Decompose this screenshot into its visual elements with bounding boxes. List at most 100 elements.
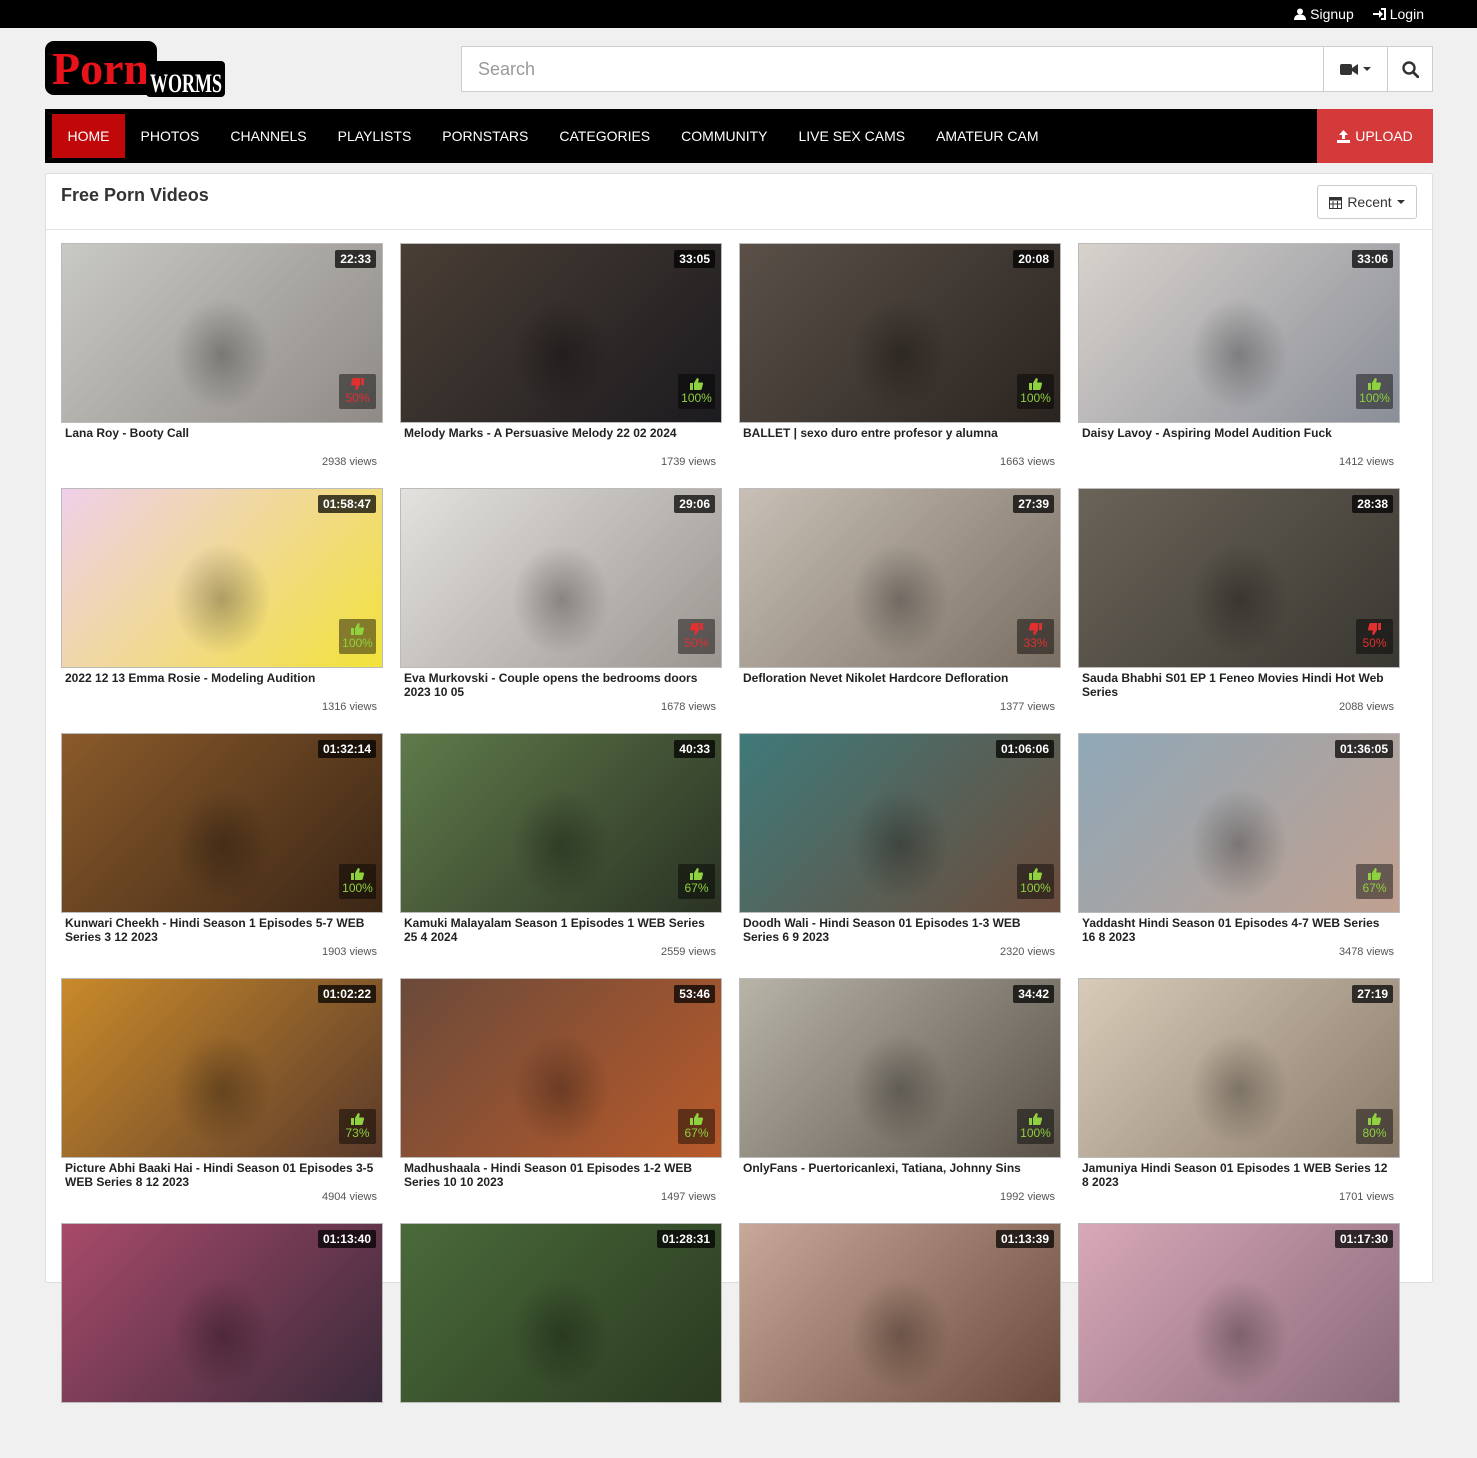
search-input[interactable] [462,47,1323,91]
nav-playlists[interactable]: PLAYLISTS [322,114,427,158]
video-thumbnail[interactable]: 01:36:05 67% [1078,733,1400,913]
duration-badge: 01:28:31 [656,1230,715,1248]
video-card[interactable]: 01:58:47 100% 2022 12 13 Emma Rosie - Mode… [61,488,383,723]
video-card[interactable]: 20:08 100% BALLET | sexo duro entre profes… [739,243,1061,478]
upload-button[interactable]: UPLOAD [1317,109,1433,163]
video-card[interactable]: 01:17:30 [1078,1223,1400,1458]
video-card[interactable]: 01:06:06 100% Doodh Wali - Hindi Season 01… [739,733,1061,968]
video-title[interactable]: 2022 12 13 Emma Rosie - Modeling Auditio… [65,671,375,685]
video-thumbnail[interactable]: 01:58:47 100% [61,488,383,668]
video-title[interactable]: Daisy Lavoy - Aspiring Model Audition Fu… [1082,426,1392,440]
view-count: 1701 views [1338,1191,1394,1203]
video-title[interactable]: OnlyFans - Puertoricanlexi, Tatiana, Joh… [743,1161,1053,1175]
login-link[interactable]: Login [1372,6,1424,22]
sort-dropdown[interactable]: Recent [1317,185,1417,219]
video-panel: Free Porn Videos Recent 22:33 50% Lana Roy… [45,173,1433,1403]
video-title[interactable]: Jamuniya Hindi Season 01 Episodes 1 WEB … [1082,1161,1392,1189]
video-thumbnail[interactable]: 01:13:40 [61,1223,383,1403]
video-thumbnail[interactable]: 20:08 100% [739,243,1061,423]
thumbs-up-icon [1029,868,1042,880]
nav-pornstars[interactable]: PORNSTARS [427,114,544,158]
video-title[interactable]: Sauda Bhabhi S01 EP 1 Feneo Movies Hindi… [1082,671,1392,699]
video-title[interactable]: Doodh Wali - Hindi Season 01 Episodes 1-… [743,916,1053,944]
video-thumbnail[interactable]: 34:42 100% [739,978,1061,1158]
nav-channels[interactable]: CHANNELS [215,114,322,158]
nav-photos[interactable]: PHOTOS [125,114,215,158]
view-count: 1663 views [999,456,1055,468]
video-title[interactable]: Eva Murkovski - Couple opens the bedroom… [404,671,714,699]
thumbnail-figure [1079,489,1399,667]
video-thumbnail[interactable]: 33:05 100% [400,243,722,423]
video-title[interactable]: Madhushaala - Hindi Season 01 Episodes 1… [404,1161,714,1189]
video-thumbnail[interactable]: 01:28:31 [400,1223,722,1403]
thumbs-up-icon [351,1113,364,1125]
video-thumbnail[interactable]: 01:02:22 73% [61,978,383,1158]
duration-badge: 28:38 [1352,495,1393,513]
site-logo[interactable]: Porn WORMS [45,39,225,99]
signup-label: Signup [1310,6,1354,22]
video-thumbnail[interactable]: 01:06:06 100% [739,733,1061,913]
search-type-dropdown[interactable] [1323,47,1387,91]
thumbnail-figure [401,734,721,912]
video-title[interactable]: Defloration Nevet Nikolet Hardcore Deflo… [743,671,1053,685]
video-title[interactable]: Yaddasht Hindi Season 01 Episodes 4-7 WE… [1082,916,1392,944]
video-card[interactable]: 29:06 50% Eva Murkovski - Couple opens the… [400,488,722,723]
rating-badge: 100% [339,864,376,899]
view-count: 4904 views [321,1191,377,1203]
rating-value: 67% [1362,881,1387,895]
search-button[interactable] [1387,47,1432,91]
video-title[interactable]: Melody Marks - A Persuasive Melody 22 02… [404,426,714,440]
video-card[interactable]: 53:46 67% Madhushaala - Hindi Season 01 Ep… [400,978,722,1213]
nav-amateur-cam[interactable]: AMATEUR CAM [921,114,1054,158]
video-card[interactable]: 40:33 67% Kamuki Malayalam Season 1 Episod… [400,733,722,968]
video-card[interactable]: 27:39 33% Defloration Nevet Nikolet Hardco… [739,488,1061,723]
rating-badge: 50% [678,619,715,654]
video-card[interactable]: 27:19 80% Jamuniya Hindi Season 01 Episode… [1078,978,1400,1213]
video-card[interactable]: 28:38 50% Sauda Bhabhi S01 EP 1 Feneo Movi… [1078,488,1400,723]
video-card[interactable]: 01:02:22 73% Picture Abhi Baaki Hai - Hind… [61,978,383,1213]
video-thumbnail[interactable]: 33:06 100% [1078,243,1400,423]
video-thumbnail[interactable]: 27:39 33% [739,488,1061,668]
rating-value: 33% [1023,636,1048,650]
video-card[interactable]: 01:32:14 100% Kunwari Cheekh - Hindi Seaso… [61,733,383,968]
rating-value: 100% [681,391,712,405]
header: Porn WORMS [0,28,1477,109]
video-title[interactable]: Picture Abhi Baaki Hai - Hindi Season 01… [65,1161,375,1189]
view-count: 2559 views [660,946,716,958]
thumbnail-figure [401,489,721,667]
video-title[interactable]: Kamuki Malayalam Season 1 Episodes 1 WEB… [404,916,714,944]
video-thumbnail[interactable]: 22:33 50% [61,243,383,423]
video-card[interactable]: 34:42 100% OnlyFans - Puertoricanlexi, Tat… [739,978,1061,1213]
video-camera-icon [1340,63,1358,75]
video-card[interactable]: 01:28:31 [400,1223,722,1458]
nav-live-sex-cams[interactable]: LIVE SEX CAMS [783,114,921,158]
video-thumbnail[interactable]: 40:33 67% [400,733,722,913]
nav-community[interactable]: COMMUNITY [666,114,783,158]
video-card[interactable]: 01:13:39 [739,1223,1061,1458]
video-card[interactable]: 22:33 50% Lana Roy - Booty Call 2938 views [61,243,383,478]
video-thumbnail[interactable]: 29:06 50% [400,488,722,668]
video-thumbnail[interactable]: 01:32:14 100% [61,733,383,913]
signup-link[interactable]: Signup [1294,6,1354,22]
video-title[interactable]: Kunwari Cheekh - Hindi Season 1 Episodes… [65,916,375,944]
nav-home[interactable]: HOME [52,114,125,158]
video-card[interactable]: 33:05 100% Melody Marks - A Persuasive Mel… [400,243,722,478]
video-thumbnail[interactable]: 01:13:39 [739,1223,1061,1403]
video-card[interactable]: 33:06 100% Daisy Lavoy - Aspiring Model Au… [1078,243,1400,478]
video-card[interactable]: 01:36:05 67% Yaddasht Hindi Season 01 Epis… [1078,733,1400,968]
video-thumbnail[interactable]: 01:17:30 [1078,1223,1400,1403]
duration-badge: 27:39 [1013,495,1054,513]
thumbs-up-icon [690,1113,703,1125]
rating-badge: 80% [1356,1109,1393,1144]
video-title[interactable]: BALLET | sexo duro entre profesor y alum… [743,426,1053,440]
video-thumbnail[interactable]: 27:19 80% [1078,978,1400,1158]
video-thumbnail[interactable]: 53:46 67% [400,978,722,1158]
video-thumbnail[interactable]: 28:38 50% [1078,488,1400,668]
thumbnail-figure [401,1224,721,1402]
duration-badge: 20:08 [1013,250,1054,268]
video-card[interactable]: 01:13:40 [61,1223,383,1458]
thumbs-up-icon [1368,1113,1381,1125]
video-title[interactable]: Lana Roy - Booty Call [65,426,375,440]
user-icon [1294,8,1307,20]
nav-categories[interactable]: CATEGORIES [544,114,666,158]
